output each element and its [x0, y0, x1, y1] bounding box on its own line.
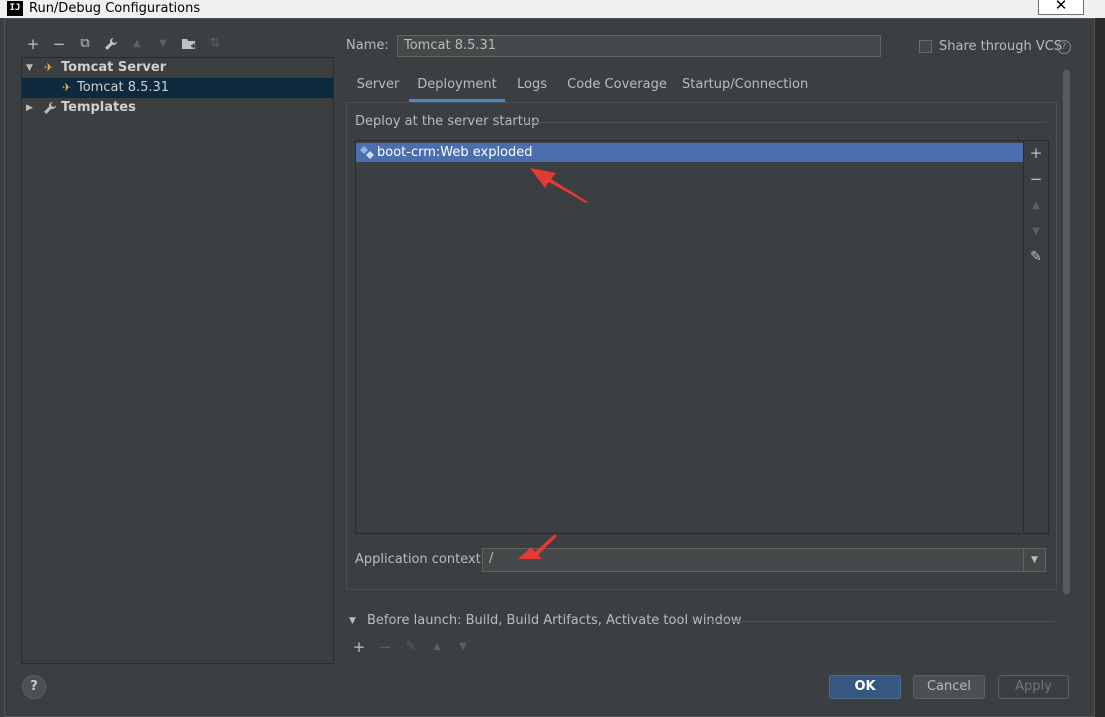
annotation-arrow-artifact — [530, 168, 588, 203]
annotation-overlay — [518, 168, 588, 559]
annotation-arrow-context — [518, 534, 557, 559]
